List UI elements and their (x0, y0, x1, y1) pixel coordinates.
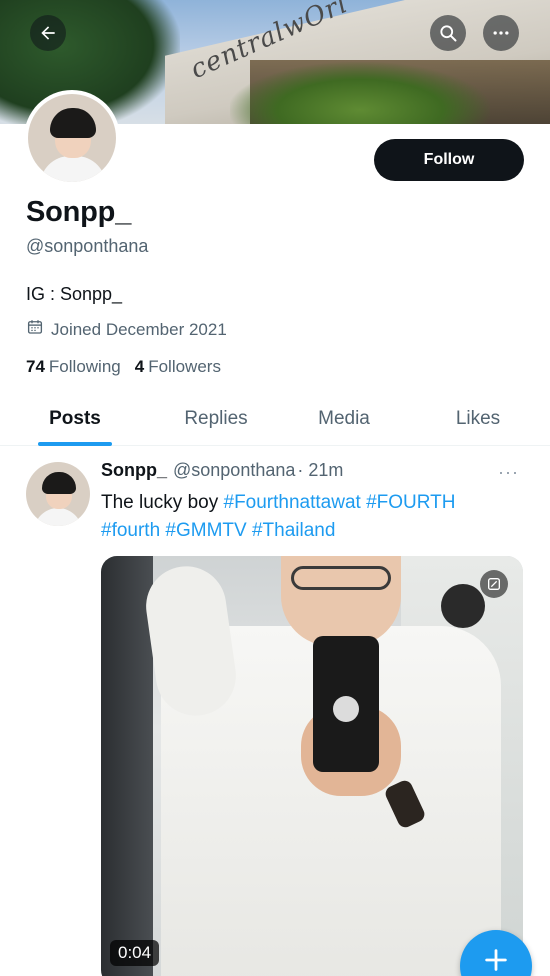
profile-tabs: Posts Replies Media Likes (0, 392, 550, 446)
arrow-left-icon (38, 23, 58, 43)
profile-avatar[interactable] (24, 90, 120, 186)
tab-replies[interactable]: Replies (150, 392, 282, 446)
joined-date: Joined December 2021 (26, 318, 227, 341)
joined-text: Joined December 2021 (51, 319, 227, 339)
following-label: Following (48, 357, 121, 376)
tweet-avatar[interactable] (26, 462, 90, 526)
search-button[interactable] (430, 15, 466, 51)
tweet-text-plain: The lucky boy (101, 492, 224, 513)
video-scene-arm (140, 561, 242, 721)
avatar-shirt (40, 156, 106, 182)
tweet-author-name[interactable]: Sonpp_ (101, 460, 167, 481)
following-count: 74 (26, 357, 45, 376)
back-button[interactable] (30, 15, 66, 51)
media-badge-icon[interactable] (480, 570, 508, 598)
video-scene-phone-camera (333, 696, 359, 722)
tweet-author-handle[interactable]: @sonponthana (173, 460, 295, 481)
tweet-avatar-shirt (34, 508, 82, 526)
tweet-more-icon[interactable]: ··· (498, 462, 519, 483)
plus-icon (482, 946, 510, 976)
tweet-timestamp[interactable]: · 21m (297, 460, 343, 481)
tab-likes[interactable]: Likes (406, 392, 550, 446)
video-scene-person (441, 584, 485, 628)
tweet-hashtags-line1[interactable]: #Fourthnattawat #FOURTH (224, 492, 456, 513)
tweet-avatar-hair (42, 472, 76, 494)
tab-posts[interactable]: Posts (0, 392, 150, 446)
search-icon (438, 23, 458, 43)
follow-stats: 74 Following 4 Followers (26, 357, 221, 377)
tweet-text: The lucky boy #Fourthnattawat #FOURTH #f… (101, 489, 531, 545)
followers-label: Followers (148, 357, 221, 376)
follow-button[interactable]: Follow (374, 139, 524, 181)
tweet-hashtags-line2[interactable]: #fourth #GMMTV #Thailand (101, 520, 335, 541)
video-duration: 0:04 (110, 940, 160, 966)
avatar-hair (50, 108, 96, 138)
following-link[interactable]: 74 Following (26, 357, 121, 377)
video-scene-door (101, 556, 153, 976)
video-scene-glasses (291, 566, 391, 590)
followers-count: 4 (134, 357, 145, 376)
profile-bio: IG : Sonpp_ (26, 284, 123, 304)
tweet-video[interactable] (101, 556, 523, 976)
more-options-button[interactable] (483, 15, 519, 51)
tweet-header: Sonpp_ @sonponthana · 21m (101, 460, 343, 481)
more-horizontal-icon (491, 23, 511, 43)
calendar-icon (26, 318, 44, 341)
avatar-image (28, 94, 116, 182)
profile-display-name: Sonpp_ (26, 196, 132, 228)
profile-handle: @sonponthana (26, 236, 149, 256)
tab-media[interactable]: Media (282, 392, 406, 446)
followers-link[interactable]: 4 Followers (135, 357, 221, 377)
banner-tree-mid (230, 62, 490, 124)
